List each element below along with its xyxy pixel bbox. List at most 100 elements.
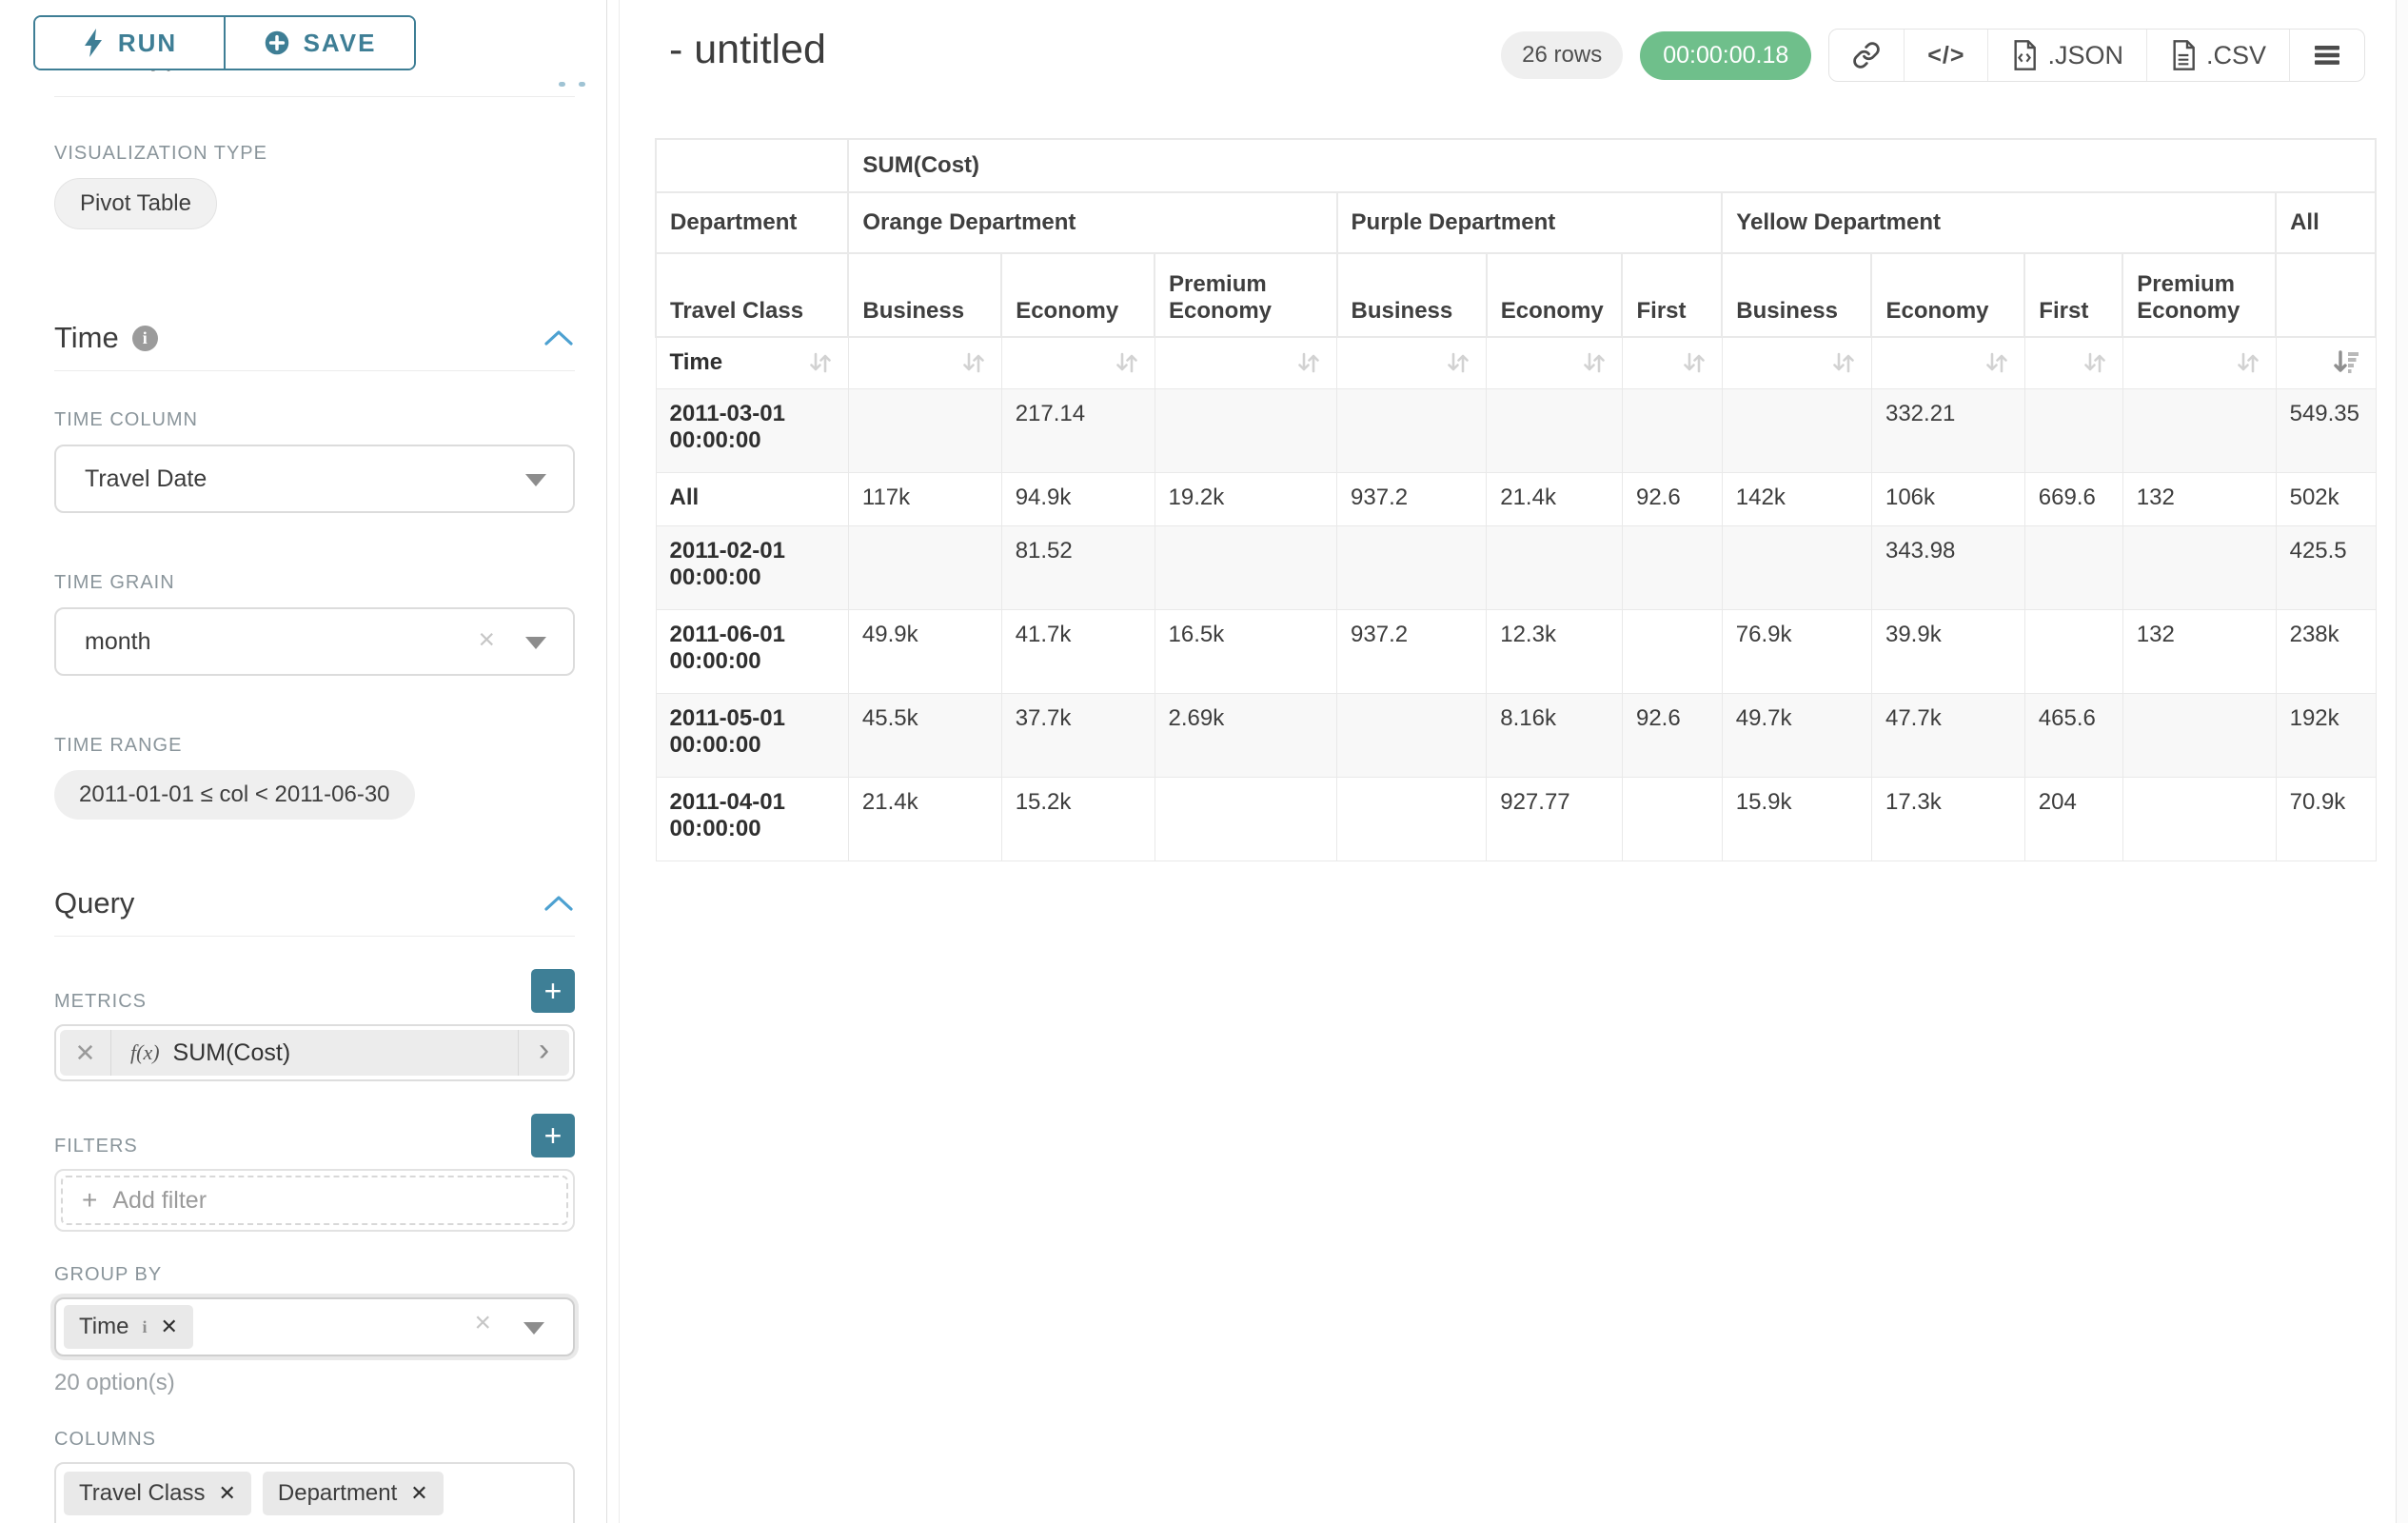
- share-link-button[interactable]: [1829, 30, 1904, 81]
- link-icon: [1852, 41, 1881, 69]
- sort-icon[interactable]: [1680, 348, 1708, 377]
- sort-icon[interactable]: [1983, 348, 2011, 377]
- viz-type-label: VISUALIZATION TYPE: [54, 143, 575, 165]
- chevron-up-icon[interactable]: [543, 327, 575, 348]
- metric-pill[interactable]: ✕ f(x) SUM(Cost) ›: [60, 1030, 569, 1076]
- pivot-column-sort-header[interactable]: [1155, 337, 1337, 388]
- chart-type-collapse-icon[interactable]: [559, 82, 585, 87]
- pivot-column-sort-header[interactable]: [2024, 337, 2122, 388]
- pivot-value-cell: 81.52: [1001, 525, 1155, 609]
- pivot-value-cell: 192k: [2276, 693, 2376, 777]
- info-icon: i: [132, 326, 158, 351]
- pivot-time-sort-header[interactable]: Time: [656, 337, 848, 388]
- pivot-column-sort-header[interactable]: [1871, 337, 2024, 388]
- add-filter-button[interactable]: + Add filter: [61, 1176, 568, 1225]
- pivot-value-cell: 37.7k: [1001, 693, 1155, 777]
- time-column-select[interactable]: Travel Date: [54, 445, 575, 513]
- pivot-col-dimension-header: Travel Class: [656, 253, 848, 337]
- sort-icon[interactable]: [1113, 348, 1141, 377]
- sort-descending-icon[interactable]: [2332, 348, 2362, 377]
- pivot-column-sort-header[interactable]: [2276, 337, 2376, 388]
- vertical-scrollbar[interactable]: [2396, 0, 2408, 1523]
- pivot-value-cell: 76.9k: [1722, 609, 1871, 693]
- add-filter-plus-button[interactable]: +: [531, 1114, 575, 1157]
- pivot-value-cell: 49.9k: [848, 609, 1001, 693]
- time-section-header[interactable]: Time i: [54, 321, 575, 355]
- sort-icon[interactable]: [959, 348, 988, 377]
- sort-icon[interactable]: [2234, 348, 2262, 377]
- query-section-title: Query: [54, 886, 134, 920]
- chevron-right-icon[interactable]: ›: [518, 1030, 569, 1076]
- run-button[interactable]: RUN: [35, 17, 224, 69]
- pivot-column-sort-header[interactable]: [1487, 337, 1623, 388]
- chart-title[interactable]: - untitled: [669, 27, 826, 73]
- menu-button[interactable]: [2289, 30, 2364, 81]
- pivot-column-sort-header[interactable]: [1001, 337, 1155, 388]
- table-row: 2011-04-01 00:00:0021.4k15.2k927.7715.9k…: [656, 777, 2376, 860]
- sort-icon[interactable]: [806, 348, 835, 377]
- pivot-value-cell: 70.9k: [2276, 777, 2376, 860]
- pivot-class-header: [2276, 253, 2376, 337]
- header-controls: 26 rows 00:00:00.18 </>: [1501, 29, 2365, 82]
- pivot-value-cell: 332.21: [1871, 388, 2024, 472]
- pivot-value-cell: 937.2: [1337, 609, 1487, 693]
- pivot-column-sort-header[interactable]: [1622, 337, 1722, 388]
- pivot-column-sort-header[interactable]: [1337, 337, 1487, 388]
- pivot-class-header: Economy: [1487, 253, 1623, 337]
- export-json-button[interactable]: .JSON: [1987, 30, 2146, 81]
- pivot-class-header: Economy: [1871, 253, 2024, 337]
- pivot-value-cell: [1487, 388, 1623, 472]
- viz-type-value[interactable]: Pivot Table: [54, 178, 217, 229]
- pivot-value-cell: [1155, 777, 1337, 860]
- pivot-value-cell: [848, 388, 1001, 472]
- pivot-value-cell: 132: [2122, 609, 2276, 693]
- clear-icon[interactable]: ×: [474, 1307, 491, 1339]
- pivot-value-cell: [1337, 525, 1487, 609]
- remove-pill-icon[interactable]: ✕: [410, 1481, 427, 1506]
- pivot-value-cell: 132: [2122, 472, 2276, 525]
- pivot-value-cell: 502k: [2276, 472, 2376, 525]
- sort-icon[interactable]: [1580, 348, 1609, 377]
- columns-select[interactable]: Travel Class✕ Department✕ ×: [54, 1462, 575, 1523]
- pivot-column-sort-header[interactable]: [1722, 337, 1871, 388]
- pivot-value-cell: [1155, 525, 1337, 609]
- selected-option-pill[interactable]: Travel Class✕: [64, 1472, 251, 1515]
- clear-icon[interactable]: ×: [478, 624, 495, 657]
- view-query-button[interactable]: </>: [1904, 30, 1987, 81]
- plus-icon: +: [82, 1187, 97, 1214]
- export-csv-button[interactable]: .CSV: [2146, 30, 2289, 81]
- pivot-value-cell: [1622, 609, 1722, 693]
- chevron-down-icon: [523, 1322, 544, 1335]
- pivot-value-cell: 106k: [1871, 472, 2024, 525]
- pivot-value-cell: [2024, 525, 2122, 609]
- sort-icon[interactable]: [1294, 348, 1323, 377]
- remove-pill-icon[interactable]: ✕: [160, 1315, 177, 1339]
- time-range-value[interactable]: 2011-01-01 ≤ col < 2011-06-30: [54, 770, 415, 820]
- remove-pill-icon[interactable]: ✕: [218, 1481, 235, 1506]
- time-grain-select[interactable]: month ×: [54, 607, 575, 676]
- sort-icon[interactable]: [2081, 348, 2109, 377]
- add-metric-button[interactable]: +: [531, 969, 575, 1013]
- metrics-label: METRICS: [54, 991, 147, 1013]
- pivot-value-cell: 45.5k: [848, 693, 1001, 777]
- pivot-value-cell: 94.9k: [1001, 472, 1155, 525]
- pivot-column-sort-header[interactable]: [848, 337, 1001, 388]
- pivot-class-header: Business: [1337, 253, 1487, 337]
- pivot-row-label: 2011-05-01 00:00:00: [656, 693, 848, 777]
- sort-icon[interactable]: [1829, 348, 1858, 377]
- pivot-value-cell: 8.16k: [1487, 693, 1623, 777]
- selected-option-pill[interactable]: Timei✕: [64, 1305, 193, 1349]
- clear-icon[interactable]: ×: [474, 1517, 491, 1523]
- pivot-value-cell: 49.7k: [1722, 693, 1871, 777]
- save-button[interactable]: SAVE: [224, 17, 414, 69]
- sort-icon[interactable]: [1444, 348, 1472, 377]
- group-by-select[interactable]: Timei✕ ×: [54, 1297, 575, 1356]
- pivot-value-cell: 12.3k: [1487, 609, 1623, 693]
- remove-metric-icon[interactable]: ✕: [60, 1030, 111, 1076]
- query-section-header[interactable]: Query: [54, 886, 575, 920]
- selected-option-pill[interactable]: Department✕: [263, 1472, 444, 1515]
- json-file-icon: [2011, 40, 2038, 70]
- pivot-class-header: Business: [1722, 253, 1871, 337]
- chevron-up-icon[interactable]: [543, 893, 575, 914]
- pivot-column-sort-header[interactable]: [2122, 337, 2276, 388]
